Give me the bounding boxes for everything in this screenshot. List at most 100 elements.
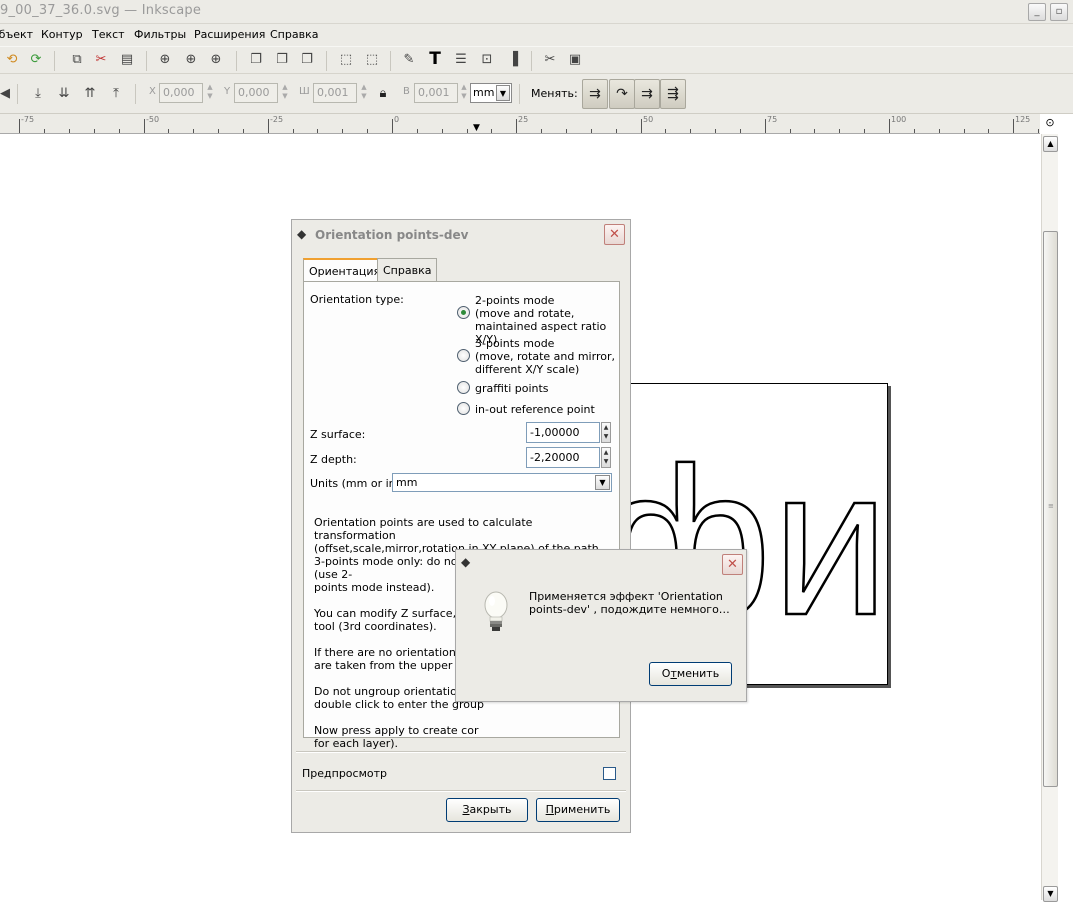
ruler-tick xyxy=(193,129,194,133)
lower-to-bottom-icon[interactable]: ⤓ xyxy=(29,85,47,103)
ruler-tick xyxy=(1038,129,1039,133)
ruler-tick xyxy=(715,129,716,133)
height-input[interactable]: 0,001 xyxy=(414,83,458,103)
ruler-tick xyxy=(268,119,269,133)
zoom-selection-icon[interactable]: ⊕ xyxy=(156,51,174,69)
minimize-button[interactable]: _ xyxy=(1028,3,1046,21)
radio-3-points[interactable] xyxy=(457,349,470,362)
z-surface-label: Z surface: xyxy=(310,428,366,441)
unlink-clone-icon[interactable]: ❐ xyxy=(298,51,316,69)
ruler-tick xyxy=(616,129,617,133)
ruler-label: 25 xyxy=(518,115,529,124)
width-input[interactable]: 0,001 xyxy=(313,83,357,103)
fill-stroke-icon[interactable]: ✎ xyxy=(400,51,418,69)
xml-editor-icon[interactable]: ⊡ xyxy=(478,51,496,69)
zoom-corner-icon[interactable]: ⊙ xyxy=(1040,114,1060,134)
y-input[interactable]: 0,000 xyxy=(234,83,278,103)
toolbar-separator xyxy=(54,51,55,71)
maximize-button[interactable]: ▫ xyxy=(1050,3,1068,21)
cancel-button[interactable]: Отменить xyxy=(649,662,732,686)
raise-icon[interactable]: ⇈ xyxy=(81,85,99,103)
x-input[interactable]: 0,000 xyxy=(159,83,203,103)
text-font-icon[interactable]: T xyxy=(426,50,444,68)
units-label: Units (mm or in): xyxy=(310,477,404,490)
toolbar-separator xyxy=(146,51,147,71)
tab-help[interactable]: Справка xyxy=(377,258,438,282)
undo-icon[interactable]: ⟲ xyxy=(3,51,21,69)
align-distribute-icon[interactable]: ▐ xyxy=(504,51,522,69)
ruler-tick xyxy=(765,119,766,133)
menu-filters[interactable]: Фильтры xyxy=(134,28,186,41)
tab-orientation[interactable]: Ориентация xyxy=(303,258,387,283)
layers-icon[interactable]: ☰ xyxy=(452,51,470,69)
raise-to-top-icon[interactable]: ⤒ xyxy=(107,85,125,103)
menu-help[interactable]: Справка xyxy=(270,28,318,41)
ruler-label: 0 xyxy=(394,115,400,124)
scale-corners-toggle[interactable]: ↷ xyxy=(609,79,635,109)
duplicate-icon[interactable]: ❐ xyxy=(247,51,265,69)
close-button[interactable]: Закрыть xyxy=(446,798,528,822)
ruler-tick xyxy=(641,119,642,133)
scale-stroke-toggle[interactable]: ⇉ xyxy=(582,79,608,109)
clone-icon[interactable]: ❐ xyxy=(273,51,291,69)
scroll-thumb[interactable]: ≡ xyxy=(1043,231,1058,787)
ruler-label: 75 xyxy=(767,115,778,124)
lock-icon[interactable]: 🔒︎ xyxy=(374,85,392,103)
document-properties-icon[interactable]: ▣ xyxy=(566,51,584,69)
z-surface-spin[interactable]: ▲ ▼ xyxy=(601,422,611,443)
ruler-tick xyxy=(914,129,915,133)
ruler-tick xyxy=(591,129,592,133)
preview-checkbox[interactable] xyxy=(603,767,616,780)
menu-path[interactable]: Контур xyxy=(41,28,83,41)
radio-in-out[interactable] xyxy=(457,402,470,415)
z-depth-spin[interactable]: ▲ ▼ xyxy=(601,447,611,468)
transform-gradients-toggle[interactable]: ⇉ xyxy=(634,79,660,109)
lower-icon[interactable]: ⇊ xyxy=(55,85,73,103)
scroll-up-button[interactable]: ▲ xyxy=(1043,136,1058,152)
horizontal-ruler[interactable]: -75 -50 -25 0 25 50 75 100 125 ▼ xyxy=(0,114,1040,134)
width-spin-arrows[interactable]: ▲ ▼ xyxy=(359,83,369,103)
zoom-drawing-icon[interactable]: ⊕ xyxy=(182,51,200,69)
rotate-icon[interactable]: ◀ xyxy=(0,85,14,103)
menu-extensions[interactable]: Расширения xyxy=(194,28,265,41)
z-surface-input[interactable]: -1,00000 xyxy=(526,422,600,443)
x-label: X xyxy=(149,86,156,97)
paste-icon[interactable]: ▤ xyxy=(118,51,136,69)
z-depth-label: Z depth: xyxy=(310,453,357,466)
preferences-icon[interactable]: ✂ xyxy=(541,51,559,69)
divider xyxy=(296,790,626,792)
radio-2-points[interactable] xyxy=(457,306,470,319)
preview-label: Предпросмотр xyxy=(302,767,387,780)
progress-close-button[interactable]: ✕ xyxy=(722,554,743,575)
close-rest: акрыть xyxy=(469,803,512,816)
x-spin-arrows[interactable]: ▲ ▼ xyxy=(205,83,215,103)
dialog-titlebar[interactable]: ◆ Orientation points-dev ✕ xyxy=(292,220,630,250)
menu-object[interactable]: Объект xyxy=(0,28,33,41)
toolbar-separator xyxy=(531,51,532,71)
radio-graffiti[interactable] xyxy=(457,381,470,394)
apply-mnemonic: П xyxy=(545,803,554,816)
ruler-tick xyxy=(988,129,989,133)
menu-text[interactable]: Текст xyxy=(92,28,125,41)
zoom-page-icon[interactable]: ⊕ xyxy=(207,51,225,69)
progress-dialog: ◆ ✕ Применяется эффект 'Orientation poin… xyxy=(455,549,747,702)
z-depth-input[interactable]: -2,20000 xyxy=(526,447,600,468)
y-label: Y xyxy=(224,86,231,97)
transform-patterns-toggle[interactable]: ⇶ xyxy=(660,79,686,109)
unit-select[interactable]: mm ▼ xyxy=(470,83,512,103)
redo-icon[interactable]: ⟳ xyxy=(27,51,45,69)
copy-icon[interactable]: ⧉ xyxy=(68,51,86,69)
dialog-close-button[interactable]: ✕ xyxy=(604,224,625,245)
apply-button[interactable]: Применить xyxy=(536,798,620,822)
group-icon[interactable]: ⬚ xyxy=(337,51,355,69)
y-spin-arrows[interactable]: ▲ ▼ xyxy=(280,83,290,103)
right-edge-strip xyxy=(1058,134,1073,900)
ungroup-icon[interactable]: ⬚ xyxy=(363,51,381,69)
vertical-scrollbar[interactable]: ▲ ≡ ▼ xyxy=(1041,134,1058,902)
inkscape-logo-icon: ◆ xyxy=(461,555,471,569)
units-select[interactable]: mm ▼ xyxy=(392,473,612,492)
height-label: В xyxy=(403,86,410,97)
cut-icon[interactable]: ✂ xyxy=(92,51,110,69)
ruler-tick xyxy=(19,119,20,133)
height-spin-arrows[interactable]: ▲ ▼ xyxy=(459,83,469,103)
